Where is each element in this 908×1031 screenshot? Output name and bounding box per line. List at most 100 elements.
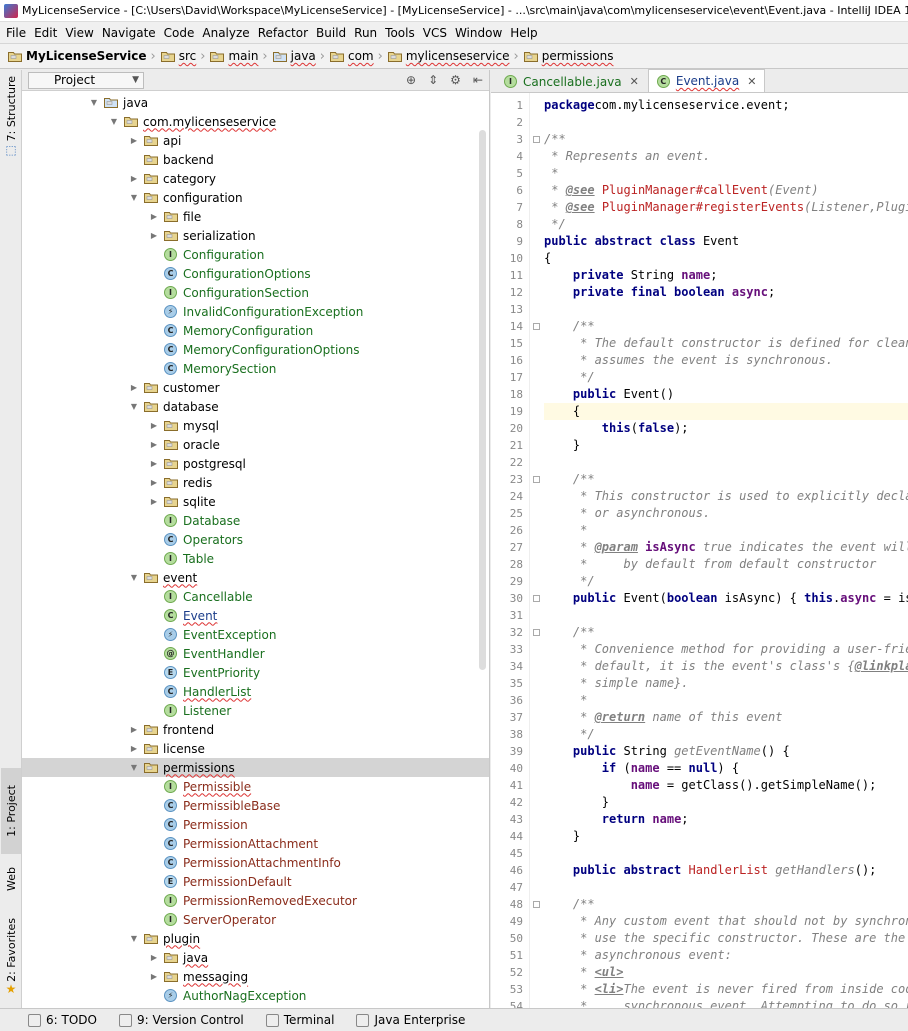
expanded-arrow-icon[interactable]: ▼ <box>128 573 140 582</box>
tree-item-operators[interactable]: C Operators <box>22 530 489 549</box>
close-icon[interactable]: ✕ <box>630 75 639 88</box>
project-view-select[interactable]: Project ▼ <box>28 71 144 89</box>
tree-item-invalidconfigurationexception[interactable]: ⚡ InvalidConfigurationException <box>22 302 489 321</box>
menu-item-file[interactable]: File <box>2 26 30 40</box>
collapsed-arrow-icon[interactable]: ▶ <box>148 421 160 430</box>
menu-item-tools[interactable]: Tools <box>381 26 419 40</box>
tree-item-event[interactable]: C Event <box>22 606 489 625</box>
web-tab[interactable]: Web <box>1 856 21 902</box>
tree-item-database[interactable]: ▼ database <box>22 397 489 416</box>
locate-icon[interactable]: ⊕ <box>406 73 416 87</box>
tree-item-memoryconfiguration[interactable]: C MemoryConfiguration <box>22 321 489 340</box>
menu-item-run[interactable]: Run <box>350 26 381 40</box>
gear-icon[interactable]: ⚙ <box>450 73 461 87</box>
tree-item-customer[interactable]: ▶ customer <box>22 378 489 397</box>
tree-item-permissible[interactable]: I Permissible <box>22 777 489 796</box>
tree-item-configurationoptions[interactable]: C ConfigurationOptions <box>22 264 489 283</box>
collapsed-arrow-icon[interactable]: ▶ <box>148 497 160 506</box>
tree-item-memoryconfigurationoptions[interactable]: C MemoryConfigurationOptions <box>22 340 489 359</box>
tree-item-com.mylicenseservice[interactable]: ▼ com.mylicenseservice <box>22 112 489 131</box>
tree-item-permissions[interactable]: ▼ permissions <box>22 758 489 777</box>
breadcrumb-item[interactable]: permissions <box>523 49 614 63</box>
tree-item-memorysection[interactable]: C MemorySection <box>22 359 489 378</box>
tree-item-database[interactable]: I Database <box>22 511 489 530</box>
tree-item-permissiondefault[interactable]: E PermissionDefault <box>22 872 489 891</box>
tree-item-listener[interactable]: I Listener <box>22 701 489 720</box>
collapsed-arrow-icon[interactable]: ▶ <box>128 383 140 392</box>
tree-item-postgresql[interactable]: ▶ postgresql <box>22 454 489 473</box>
tree-item-java[interactable]: ▼ java <box>22 93 489 112</box>
tree-item-table[interactable]: I Table <box>22 549 489 568</box>
collapsed-arrow-icon[interactable]: ▶ <box>128 174 140 183</box>
tree-item-eventpriority[interactable]: E EventPriority <box>22 663 489 682</box>
breadcrumb-item[interactable]: java › <box>272 49 328 64</box>
structure-tab[interactable]: 7: Structure <box>1 76 21 142</box>
tree-item-java[interactable]: ▶ java <box>22 948 489 967</box>
fold-marker-icon[interactable] <box>533 323 540 330</box>
fold-marker-icon[interactable] <box>533 629 540 636</box>
todo-tool-button[interactable]: 6: TODO <box>28 1013 97 1027</box>
tree-item-oracle[interactable]: ▶ oracle <box>22 435 489 454</box>
tab-cancellable-java[interactable]: I Cancellable.java ✕ <box>495 70 648 92</box>
fold-marker-icon[interactable] <box>533 136 540 143</box>
menu-item-edit[interactable]: Edit <box>30 26 61 40</box>
tab-event-java[interactable]: C Event.java ✕ <box>647 69 766 92</box>
collapsed-arrow-icon[interactable]: ▶ <box>128 744 140 753</box>
collapsed-arrow-icon[interactable]: ▶ <box>148 440 160 449</box>
tree-item-serveroperator[interactable]: I ServerOperator <box>22 910 489 929</box>
menu-item-refactor[interactable]: Refactor <box>254 26 312 40</box>
fold-marker-icon[interactable] <box>533 476 540 483</box>
expanded-arrow-icon[interactable]: ▼ <box>128 763 140 772</box>
breadcrumb-item[interactable]: MyLicenseService › <box>8 49 159 64</box>
collapsed-arrow-icon[interactable]: ▶ <box>148 212 160 221</box>
collapsed-arrow-icon[interactable]: ▶ <box>148 231 160 240</box>
menu-item-window[interactable]: Window <box>451 26 506 40</box>
fold-marker-icon[interactable] <box>533 595 540 602</box>
tree-item-permissionremovedexecutor[interactable]: I PermissionRemovedExecutor <box>22 891 489 910</box>
project-tab[interactable]: 1: Project <box>1 768 21 854</box>
fold-marker-icon[interactable] <box>533 901 540 908</box>
tree-item-permissionattachmentinfo[interactable]: C PermissionAttachmentInfo <box>22 853 489 872</box>
tree-item-plugin[interactable]: ▼ plugin <box>22 929 489 948</box>
tree-item-handlerlist[interactable]: C HandlerList <box>22 682 489 701</box>
tree-item-api[interactable]: ▶ api <box>22 131 489 150</box>
tree-item-cancellable[interactable]: I Cancellable <box>22 587 489 606</box>
tree-item-permissiblebase[interactable]: C PermissibleBase <box>22 796 489 815</box>
tree-scrollbar[interactable] <box>479 130 486 670</box>
java-enterprise-tool-button[interactable]: Java Enterprise <box>356 1013 465 1027</box>
collapse-icon[interactable]: ⇕ <box>428 73 438 87</box>
terminal-tool-button[interactable]: Terminal <box>265 1013 334 1027</box>
tree-item-eventhandler[interactable]: @ EventHandler <box>22 644 489 663</box>
menu-item-navigate[interactable]: Navigate <box>98 26 160 40</box>
tree-item-permission[interactable]: C Permission <box>22 815 489 834</box>
tree-item-messaging[interactable]: ▶ messaging <box>22 967 489 986</box>
breadcrumb-item[interactable]: com › <box>329 49 386 64</box>
code-editor[interactable]: 1 2 3 4 5 6 7 8 9 10 11 12 13 14 15 16 17 18 19 20 21 22 23 24 2… <box>491 93 908 1008</box>
tree-item-eventexception[interactable]: ⚡ EventException <box>22 625 489 644</box>
favorites-tab[interactable]: 2: Favorites <box>1 916 21 984</box>
menu-item-build[interactable]: Build <box>312 26 350 40</box>
menu-item-code[interactable]: Code <box>160 26 199 40</box>
breadcrumb-item[interactable]: src › <box>160 49 209 64</box>
menu-item-vcs[interactable]: VCS <box>419 26 451 40</box>
collapsed-arrow-icon[interactable]: ▶ <box>148 953 160 962</box>
breadcrumb-item[interactable]: main › <box>210 49 270 64</box>
tree-item-event[interactable]: ▼ event <box>22 568 489 587</box>
expanded-arrow-icon[interactable]: ▼ <box>128 193 140 202</box>
tree-item-authornagexception[interactable]: ⚡ AuthorNagException <box>22 986 489 1005</box>
menu-item-analyze[interactable]: Analyze <box>198 26 253 40</box>
menu-item-view[interactable]: View <box>61 26 97 40</box>
tree-item-configuration[interactable]: I Configuration <box>22 245 489 264</box>
menu-item-help[interactable]: Help <box>506 26 541 40</box>
tree-item-permissionattachment[interactable]: C PermissionAttachment <box>22 834 489 853</box>
expanded-arrow-icon[interactable]: ▼ <box>88 98 100 107</box>
collapsed-arrow-icon[interactable]: ▶ <box>148 459 160 468</box>
collapsed-arrow-icon[interactable]: ▶ <box>128 136 140 145</box>
expanded-arrow-icon[interactable]: ▼ <box>128 934 140 943</box>
tree-item-frontend[interactable]: ▶ frontend <box>22 720 489 739</box>
tree-item-redis[interactable]: ▶ redis <box>22 473 489 492</box>
tree-item-serialization[interactable]: ▶ serialization <box>22 226 489 245</box>
tree-item-configurationsection[interactable]: I ConfigurationSection <box>22 283 489 302</box>
hide-icon[interactable]: ⇤ <box>473 73 483 87</box>
version-control-tool-button[interactable]: 9: Version Control <box>118 1013 244 1027</box>
